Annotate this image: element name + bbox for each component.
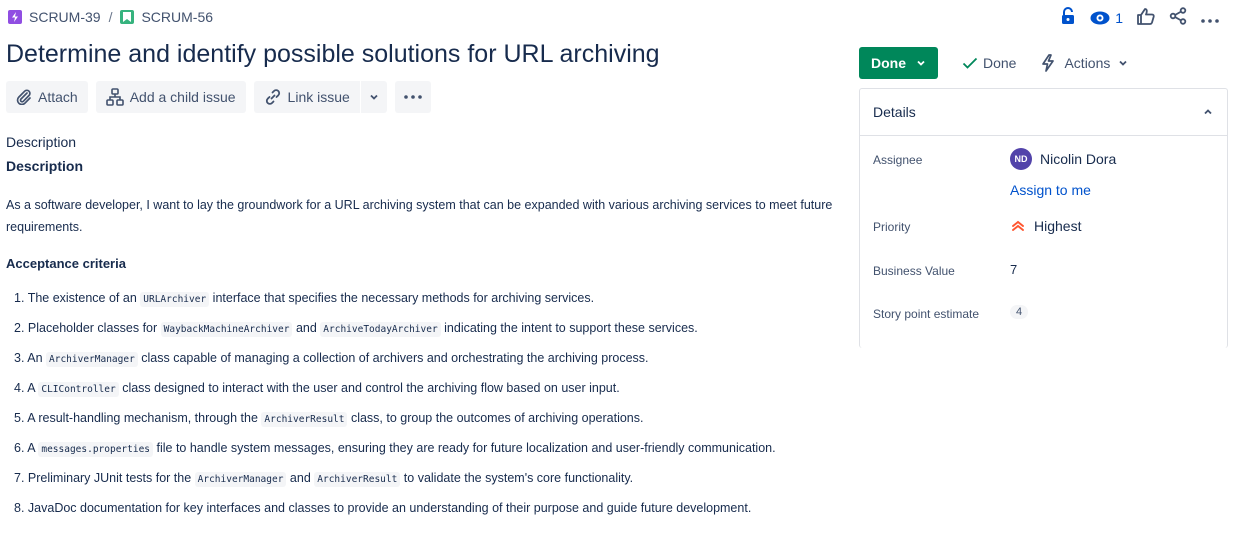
status-label: Done [871, 55, 906, 71]
chevron-down-icon [1119, 60, 1128, 66]
business-value-label: Business Value [873, 264, 955, 278]
assignee-label: Assignee [873, 153, 923, 167]
acceptance-criteria-heading: Acceptance criteria [6, 256, 126, 271]
details-panel: Details Assignee ND Nicolin Dora Assign … [859, 88, 1228, 348]
acceptance-criteria-list: 1. The existence of an URLArchiver inter… [14, 287, 844, 525]
breadcrumb-current[interactable]: SCRUM-56 [120, 9, 213, 25]
lock-icon[interactable] [1060, 7, 1076, 28]
resolution-indicator: Done [962, 55, 1016, 71]
priority-highest-icon [1012, 220, 1024, 231]
story-points-badge: 4 [1010, 305, 1029, 319]
story-icon [120, 10, 135, 24]
eye-icon [1090, 11, 1110, 24]
thumbs-up-icon[interactable] [1137, 7, 1155, 28]
story-points-field[interactable]: 4 [1010, 305, 1029, 319]
add-child-issue-button[interactable]: Add a child issue [95, 81, 246, 113]
assign-to-me-link[interactable]: Assign to me [1010, 182, 1091, 198]
description-heading: Description [6, 158, 84, 174]
story-points-label: Story point estimate [873, 307, 980, 321]
watchers-count: 1 [1115, 9, 1123, 26]
list-item: 8. JavaDoc documentation for key interfa… [14, 501, 752, 515]
share-icon[interactable] [1169, 7, 1187, 28]
attach-button[interactable]: Attach [6, 81, 88, 113]
status-dropdown-button[interactable]: Done [859, 47, 938, 79]
priority-field[interactable]: Highest [1010, 218, 1081, 234]
more-icon[interactable] [1201, 10, 1219, 26]
description-body[interactable]: As a software developer, I want to lay t… [6, 194, 846, 238]
actions-label: Actions [1064, 55, 1111, 71]
list-item: 3. An ArchiverManager class capable of m… [14, 351, 649, 367]
epic-icon [8, 10, 22, 24]
list-item: 1. The existence of an URLArchiver inter… [14, 291, 595, 307]
breadcrumb-parent[interactable]: SCRUM-39 [8, 9, 101, 25]
description-section-label: Description [6, 134, 77, 150]
list-item: 2. Placeholder classes for WaybackMachin… [14, 321, 698, 337]
link-issue-button[interactable]: Link issue [253, 81, 360, 113]
chevron-up-icon[interactable] [1203, 107, 1213, 117]
attach-label: Attach [38, 89, 78, 105]
chevron-down-icon [917, 60, 925, 66]
link-issue-group: Link issue [253, 81, 387, 113]
link-icon [265, 89, 280, 105]
status-row: Done Done Actions [859, 47, 1128, 79]
add-child-label: Add a child issue [129, 89, 236, 105]
business-value[interactable]: 7 [1010, 262, 1017, 277]
avatar: ND [1010, 148, 1032, 170]
breadcrumb-parent-label[interactable]: SCRUM-39 [29, 9, 101, 25]
link-issue-label: Link issue [287, 89, 350, 105]
child-issue-icon [105, 88, 124, 106]
list-item: 6. A messages.properties file to handle … [14, 441, 776, 457]
issue-toolbar: Attach Add a child issue Link issue [6, 81, 431, 113]
paperclip-icon [16, 89, 31, 105]
more-icon [404, 95, 422, 99]
check-icon [962, 57, 978, 69]
list-item: 7. Preliminary JUnit tests for the Archi… [14, 471, 634, 487]
list-item: 5. A result-handling mechanism, through … [14, 411, 644, 427]
issue-header-actions: 1 [1060, 7, 1219, 28]
details-heading: Details [873, 104, 916, 120]
resolution-label: Done [983, 55, 1017, 71]
assignee-name: Nicolin Dora [1040, 151, 1117, 167]
priority-value: Highest [1034, 218, 1082, 234]
link-issue-dropdown[interactable] [360, 81, 387, 113]
priority-label: Priority [873, 220, 911, 234]
breadcrumb: SCRUM-39 / SCRUM-56 [8, 9, 213, 25]
more-actions-button[interactable] [394, 81, 431, 113]
breadcrumb-current-label[interactable]: SCRUM-56 [141, 9, 213, 25]
details-header[interactable]: Details [860, 89, 1227, 136]
lightning-icon [1042, 54, 1055, 72]
issue-title[interactable]: Determine and identify possible solution… [6, 40, 660, 69]
list-item: 4. A CLIController class designed to int… [14, 381, 620, 397]
chevron-down-icon [370, 94, 378, 100]
actions-button[interactable]: Actions [1040, 54, 1128, 72]
watch-button[interactable]: 1 [1090, 10, 1123, 26]
assignee-field[interactable]: ND Nicolin Dora [1010, 148, 1116, 170]
breadcrumb-separator: / [108, 9, 113, 25]
